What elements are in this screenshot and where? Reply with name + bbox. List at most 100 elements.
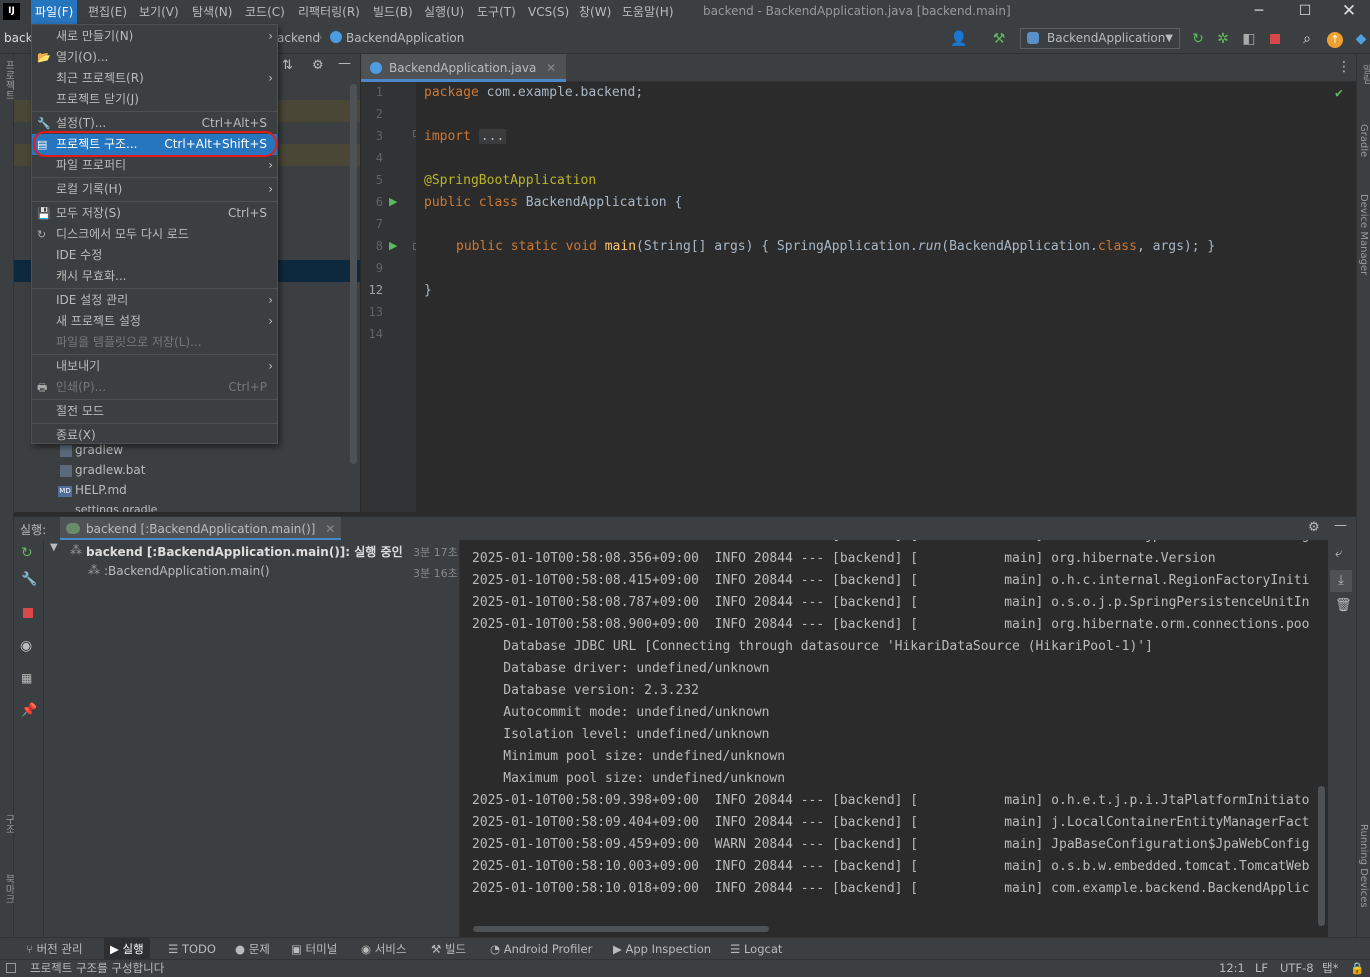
file-encoding[interactable]: UTF-8 [1280, 960, 1314, 977]
close-tab-icon[interactable]: ✕ [325, 522, 335, 536]
tab-todo[interactable]: ☰ TODO [168, 938, 216, 960]
tab-build[interactable]: ⚒ 빌드 [431, 938, 466, 960]
maximize-icon[interactable]: ☐ [1282, 0, 1328, 24]
hide-panel-icon[interactable]: — [338, 56, 351, 71]
tree-item-gradlew-bat[interactable]: gradlew.bat [75, 463, 145, 477]
menu-item-manage-ide-settings[interactable]: IDE 설정 관리 › [32, 290, 277, 311]
chevron-down-icon[interactable]: ▼ [50, 542, 58, 553]
menu-item-close-project[interactable]: 프로젝트 닫기(J) [32, 89, 277, 110]
collapse-all-icon[interactable]: ⇅ [282, 58, 293, 73]
code-editor[interactable]: package com.example.backend; import ... … [416, 82, 1356, 512]
breadcrumb-module[interactable]: ackend [277, 31, 320, 45]
scroll-to-end-icon[interactable]: ⤓ [1330, 570, 1352, 592]
tab-services[interactable]: ◉ 서비스 [361, 938, 406, 960]
intellij-logo-icon[interactable]: IJ [3, 3, 20, 20]
pin-icon[interactable]: 📌 [21, 703, 37, 718]
menu-item-save-as-template[interactable]: 파일을 템플릿으로 저장(L)... [32, 332, 277, 353]
console-output[interactable]: 2025-01-10T00:58:08.299+09:00 INFO 20844… [461, 540, 1328, 932]
close-icon[interactable]: ✕ [1326, 0, 1370, 24]
run-configuration-select[interactable]: BackendApplication ▼ [1020, 28, 1180, 49]
eye-icon[interactable]: ◉ [20, 638, 32, 654]
gear-icon[interactable]: ⚙ [1308, 520, 1320, 535]
tab-terminal[interactable]: ▣ 터미널 [291, 938, 337, 960]
menu-item-export[interactable]: 내보내기 › [32, 356, 277, 377]
menu-item-recent-projects[interactable]: 최근 프로젝트(R) › [32, 68, 277, 89]
notifications-label[interactable]: 알림 [1358, 64, 1370, 84]
line-separator[interactable]: LF [1255, 960, 1268, 977]
menu-item-new-project-settings[interactable]: 새 프로젝트 설정 › [32, 311, 277, 332]
layout-icon[interactable]: ▦ [21, 671, 32, 685]
menu-code[interactable]: 코드(C) [241, 0, 289, 24]
menu-navigate[interactable]: 탐색(N) [188, 0, 236, 24]
jetbrains-icon[interactable]: ◆ [1352, 30, 1370, 48]
menu-item-power-save-mode[interactable]: 절전 모드 [32, 401, 277, 422]
tree-item-help-md[interactable]: HELP.md [75, 483, 127, 497]
gear-icon[interactable]: ⚙ [312, 58, 324, 73]
menu-tools[interactable]: 도구(T) [473, 0, 520, 24]
hide-panel-icon[interactable]: — [1334, 518, 1347, 533]
minimize-icon[interactable]: ─ [1236, 0, 1282, 24]
more-tabs-icon[interactable]: ⋮ [1337, 59, 1351, 75]
cursor-position[interactable]: 12:1 [1219, 960, 1245, 977]
folded-imports[interactable]: ... [478, 129, 507, 144]
stop-icon[interactable] [1266, 30, 1284, 48]
menu-item-save-all[interactable]: 💾 모두 저장(S) Ctrl+S [32, 203, 277, 224]
menu-vcs[interactable]: VCS(S) [524, 0, 573, 24]
console-horizontal-scrollbar[interactable] [473, 926, 769, 932]
trash-icon[interactable]: 🗑 [1335, 598, 1352, 613]
running-devices-label[interactable]: Running Devices [1358, 824, 1369, 908]
user-icon[interactable]: 👤 [950, 30, 968, 48]
menu-item-local-history[interactable]: 로컬 기록(H) › [32, 179, 277, 200]
menu-item-print[interactable]: 🖶 인쇄(P)... Ctrl+P [32, 377, 277, 398]
menu-item-repair-ide[interactable]: IDE 수정 [32, 245, 277, 266]
tab-app-inspection[interactable]: ▶ App Inspection [613, 938, 711, 960]
tab-problems[interactable]: ● 문제 [235, 938, 270, 960]
search-icon[interactable]: ⌕ [1298, 30, 1316, 48]
update-icon[interactable]: ↑ [1326, 30, 1344, 48]
tab-android-profiler[interactable]: ◔ Android Profiler [490, 938, 592, 960]
menu-item-file-properties[interactable]: 파일 프로퍼티 › [32, 155, 277, 176]
soft-wrap-icon[interactable]: ⤶ [1335, 546, 1342, 561]
tree-item-settings-gradle[interactable]: settings.gradle [75, 503, 157, 512]
menu-refactor[interactable]: 리팩터링(R) [294, 0, 364, 24]
run-gutter-icon[interactable]: ▶ [389, 239, 397, 252]
menu-run[interactable]: 실행(U) [420, 0, 468, 24]
menu-item-exit[interactable]: 종료(X) [32, 425, 277, 446]
tab-logcat[interactable]: ☰ Logcat [730, 938, 782, 960]
close-tab-icon[interactable]: ✕ [546, 61, 556, 75]
menu-view[interactable]: 보기(V) [135, 0, 183, 24]
coverage-icon[interactable]: ◧ [1240, 30, 1258, 48]
breadcrumb-class[interactable]: BackendApplication [346, 31, 464, 45]
debug-icon[interactable]: ✲ [1214, 30, 1232, 48]
console-line: Database JDBC URL [Connecting through da… [472, 639, 1153, 654]
menu-item-invalidate-caches[interactable]: 캐시 무효화... [32, 266, 277, 287]
build-hammer-icon[interactable]: ⚒ [990, 30, 1008, 48]
tab-run[interactable]: ▶ 실행 [104, 938, 150, 960]
run-tree-task[interactable]: :BackendApplication.main() [104, 564, 270, 578]
stop-icon[interactable] [23, 608, 33, 618]
panel-toggle-icon[interactable] [6, 963, 16, 973]
project-name[interactable]: back [4, 31, 33, 45]
rerun-icon[interactable]: ↻ [21, 545, 33, 561]
menu-edit[interactable]: 편집(E) [84, 0, 131, 24]
run-tree-root[interactable]: backend [:BackendApplication.main()]: 실행… [86, 543, 404, 560]
indent-setting[interactable]: 탭* [1322, 960, 1338, 977]
run-tab[interactable]: backend [:BackendApplication.main()] ✕ [60, 517, 342, 541]
tab-version-control[interactable]: ⑂ 버전 관리 [26, 938, 83, 960]
device-manager-label[interactable]: Device Manager [1358, 194, 1369, 275]
menu-item-reload-from-disk[interactable]: ↻ 디스크에서 모두 다시 로드 [32, 224, 277, 245]
tab-backend-application[interactable]: BackendApplication.java ✕ [361, 54, 567, 82]
menu-item-open[interactable]: 📂 열기(O)... [32, 47, 277, 68]
rerun-icon[interactable]: ↻ [1189, 30, 1207, 48]
lock-icon[interactable]: 🔒 [1350, 960, 1364, 977]
gradle-label[interactable]: Gradle [1358, 124, 1369, 157]
menu-help[interactable]: 도움말(H) [618, 0, 678, 24]
menu-item-new[interactable]: 새로 만들기(N) › [32, 26, 277, 47]
menu-window[interactable]: 창(W) [575, 0, 615, 24]
menu-build[interactable]: 빌드(B) [369, 0, 417, 24]
run-gutter-icon[interactable]: ▶ [389, 195, 397, 208]
wrench-icon[interactable]: 🔧 [21, 572, 37, 587]
console-vertical-scrollbar[interactable] [1318, 786, 1325, 926]
menu-file[interactable]: 파일(F) [31, 0, 78, 24]
project-scrollbar[interactable] [350, 84, 357, 464]
